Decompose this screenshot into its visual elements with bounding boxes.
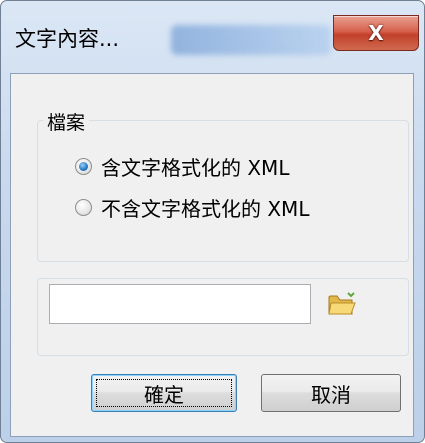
file-options-group (37, 120, 409, 262)
dialog-client-area: 檔案 含文字格式化的 XML 不含文字格式化的 XML 確定 取消 (10, 73, 414, 437)
cancel-button[interactable]: 取消 (261, 374, 401, 412)
radio-selected-dot (79, 162, 88, 171)
group-title: 檔案 (43, 108, 90, 135)
browse-button[interactable] (327, 291, 357, 317)
title-bar[interactable]: 文字內容... X (1, 1, 424, 73)
title-glow (171, 25, 331, 55)
focus-rectangle (96, 379, 232, 407)
radio-with-formatting[interactable]: 含文字格式化的 XML (75, 152, 289, 181)
radio-label: 不含文字格式化的 XML (101, 197, 310, 221)
radio-button[interactable] (75, 199, 92, 216)
radio-button[interactable] (75, 158, 92, 175)
dialog-title: 文字內容... (15, 27, 120, 51)
radio-label: 含文字格式化的 XML (101, 156, 290, 180)
close-icon: X (368, 21, 384, 45)
cancel-button-label: 取消 (311, 382, 351, 407)
radio-without-formatting[interactable]: 不含文字格式化的 XML (75, 193, 309, 222)
close-button[interactable]: X (333, 15, 419, 51)
dialog-window: 文字內容... X 檔案 含文字格式化的 XML 不含文字格式化的 XML 確定… (0, 0, 425, 443)
folder-open-icon (328, 292, 356, 315)
file-path-input[interactable] (49, 284, 311, 324)
ok-button[interactable]: 確定 (91, 374, 237, 412)
